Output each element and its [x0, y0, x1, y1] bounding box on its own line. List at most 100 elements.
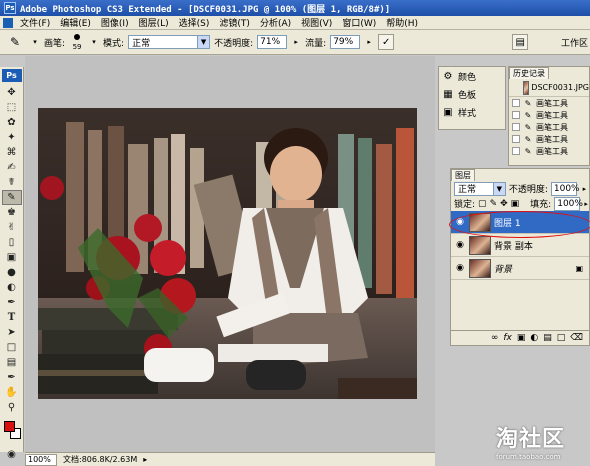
- eyedropper2-icon[interactable]: ✒: [2, 370, 22, 385]
- color-swatches[interactable]: [2, 419, 22, 443]
- workspace-label[interactable]: 工作区: [561, 36, 590, 49]
- dodge-icon[interactable]: ◐: [2, 280, 22, 295]
- layer-opacity-input[interactable]: 100%: [550, 181, 580, 196]
- eye-icon[interactable]: ◉: [454, 262, 466, 274]
- menu-analysis[interactable]: 分析(A): [255, 16, 296, 29]
- history-item[interactable]: ✎ 画笔工具: [509, 109, 589, 121]
- history-checkbox[interactable]: [512, 111, 520, 119]
- zoom-field[interactable]: 100%: [25, 453, 57, 466]
- dock-item-swatches[interactable]: ▦ 色板: [439, 85, 505, 103]
- type-icon[interactable]: T: [2, 310, 22, 325]
- menu-image[interactable]: 图像(I): [96, 16, 134, 29]
- history-checkbox[interactable]: [512, 99, 520, 107]
- chevron-down-icon[interactable]: ▾: [30, 36, 40, 48]
- history-checkbox[interactable]: [512, 123, 520, 131]
- link-layers-icon[interactable]: ∞: [491, 333, 499, 343]
- gradient-icon[interactable]: ▣: [2, 250, 22, 265]
- snapshot-thumbnail: [523, 80, 530, 95]
- lock-all-icon[interactable]: ▣: [511, 199, 520, 209]
- menu-select[interactable]: 选择(S): [174, 16, 215, 29]
- pen-icon[interactable]: ✒: [2, 295, 22, 310]
- annotation-highlight-ring: [449, 211, 590, 238]
- menu-layer[interactable]: 图层(L): [134, 16, 174, 29]
- history-item[interactable]: ✎ 画笔工具: [509, 121, 589, 133]
- history-snapshot[interactable]: DSCF0031.JPG: [509, 79, 589, 97]
- history-item[interactable]: ✎ 画笔工具: [509, 97, 589, 109]
- document-canvas-area[interactable]: [25, 56, 435, 452]
- screen-mode-icon[interactable]: ▭: [2, 462, 22, 466]
- eraser-icon[interactable]: ▯: [2, 235, 22, 250]
- tab-history[interactable]: 历史记录: [509, 67, 549, 79]
- airbrush-button[interactable]: ✓: [378, 34, 395, 50]
- quick-select-icon[interactable]: ✦: [2, 130, 22, 145]
- tab-layers[interactable]: 图层: [451, 169, 475, 181]
- dock-label-color: 颜色: [458, 72, 477, 83]
- ps-logo: Ps: [1, 69, 22, 82]
- path-select-icon[interactable]: ➤: [2, 325, 22, 340]
- opacity-slider-icon[interactable]: ▸: [580, 183, 589, 195]
- adjustment-layer-icon[interactable]: ◐: [530, 333, 538, 343]
- brush-preset-picker[interactable]: 59: [69, 33, 85, 51]
- lock-label: 锁定:: [454, 200, 476, 210]
- menu-help[interactable]: 帮助(H): [381, 16, 423, 29]
- fill-input[interactable]: 100%: [554, 196, 583, 211]
- trash-icon[interactable]: ⌫: [570, 333, 583, 343]
- mode-select[interactable]: 正常 ▼: [128, 35, 211, 49]
- palette-icon: ▦: [443, 88, 453, 100]
- eyedropper-icon[interactable]: ✍: [2, 160, 22, 175]
- blur-icon[interactable]: ●: [2, 265, 22, 280]
- new-layer-icon[interactable]: □: [557, 333, 566, 343]
- history-checkbox[interactable]: [512, 135, 520, 143]
- toggle-palettes-button[interactable]: ▤: [512, 34, 529, 50]
- dock-item-color[interactable]: ⚙ 颜色: [439, 67, 505, 85]
- ps-menu-icon[interactable]: [3, 17, 13, 28]
- lock-transparency-icon[interactable]: ▢: [478, 199, 487, 209]
- eye-icon[interactable]: ◉: [454, 239, 466, 251]
- history-item[interactable]: ✎ 画笔工具: [509, 133, 589, 145]
- brush-icon[interactable]: ✎: [1, 190, 22, 205]
- menu-window[interactable]: 窗口(W): [337, 16, 381, 29]
- marquee-icon[interactable]: ⬚: [2, 100, 22, 115]
- document-image[interactable]: [38, 108, 417, 399]
- opacity-input[interactable]: 71%: [257, 35, 288, 49]
- clone-stamp-icon[interactable]: ♚: [2, 205, 22, 220]
- opacity-slider-icon[interactable]: ▸: [291, 36, 301, 48]
- history-checkbox[interactable]: [512, 147, 520, 155]
- mode-label: 模式:: [103, 38, 125, 49]
- blend-mode-select[interactable]: 正常 ▼: [454, 181, 506, 196]
- app-icon: Ps: [4, 2, 16, 14]
- zoom-icon[interactable]: ⚲: [2, 400, 22, 415]
- healing-icon[interactable]: ☤: [2, 175, 22, 190]
- swatch-icon: ⚙: [443, 70, 453, 82]
- tool-preset-brush-icon[interactable]: ✎: [4, 33, 26, 51]
- title-bar: Ps Adobe Photoshop CS3 Extended - [DSCF0…: [0, 0, 590, 16]
- flow-input[interactable]: 79%: [330, 35, 361, 49]
- move-icon[interactable]: ✥: [2, 85, 22, 100]
- dock-item-styles[interactable]: ▣ 样式: [439, 103, 505, 121]
- menu-file[interactable]: 文件(F): [15, 16, 55, 29]
- quick-mask-icon[interactable]: ◉: [2, 447, 22, 462]
- foreground-color-swatch[interactable]: [3, 421, 15, 432]
- crop-icon[interactable]: ⌘: [2, 145, 22, 160]
- layer-style-icon[interactable]: fx: [503, 333, 512, 343]
- brush-dropdown-icon[interactable]: ▾: [89, 36, 99, 48]
- layer-mask-icon[interactable]: ▣: [517, 333, 526, 343]
- history-brush-icon[interactable]: ✌: [2, 220, 22, 235]
- lock-position-icon[interactable]: ✥: [500, 199, 508, 209]
- status-menu-icon[interactable]: ▸: [143, 455, 147, 464]
- layer-row-background[interactable]: ◉ 背景 ▣: [451, 257, 589, 280]
- lock-pixels-icon[interactable]: ✎: [490, 199, 498, 209]
- notes-icon[interactable]: ▤: [2, 355, 22, 370]
- flow-slider-icon[interactable]: ▸: [364, 36, 374, 48]
- menu-filter[interactable]: 滤镜(T): [214, 16, 255, 29]
- options-bar: ✎ ▾ 画笔: 59 ▾ 模式: 正常 ▼ 不透明度: 71% ▸ 流量: 79…: [0, 30, 590, 55]
- doc-info: 文档:806.8K/2.63M: [63, 455, 138, 464]
- shape-icon[interactable]: □: [2, 340, 22, 355]
- lasso-icon[interactable]: ✿: [2, 115, 22, 130]
- menu-edit[interactable]: 编辑(E): [55, 16, 96, 29]
- hand-icon[interactable]: ✋: [2, 385, 22, 400]
- history-item[interactable]: ✎ 画笔工具: [509, 145, 589, 157]
- fill-slider-icon[interactable]: ▸: [583, 198, 589, 210]
- menu-view[interactable]: 视图(V): [296, 16, 337, 29]
- new-group-icon[interactable]: ▤: [543, 333, 552, 343]
